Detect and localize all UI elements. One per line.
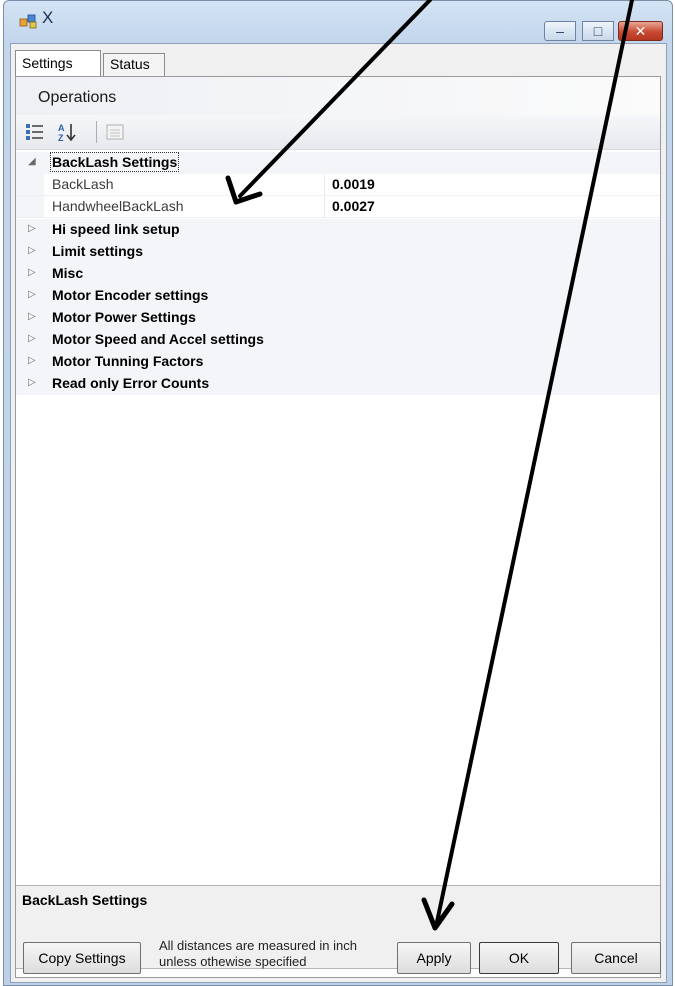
category-label: Read only Error Counts	[52, 375, 210, 391]
title-bar[interactable]: X – □ ✕	[4, 1, 672, 41]
expand-triangle-icon[interactable]: ▷	[28, 289, 40, 301]
minimize-button[interactable]: –	[544, 21, 576, 41]
app-icon	[19, 14, 37, 29]
expand-triangle-icon[interactable]: ▷	[28, 267, 40, 279]
settings-window: X – □ ✕ Settings Status Operations A Z ◢…	[3, 0, 673, 986]
category-label: Limit settings	[52, 243, 144, 259]
property-value[interactable]: 0.0027	[332, 198, 375, 214]
svg-text:A: A	[58, 123, 65, 133]
expand-triangle-icon[interactable]: ▷	[28, 377, 40, 389]
property-value[interactable]: 0.0019	[332, 176, 375, 192]
category-label: Motor Tunning Factors	[52, 353, 204, 369]
alphabetical-sort-icon[interactable]: A Z	[56, 121, 78, 143]
category-backlash-settings[interactable]: ◢ BackLash Settings	[16, 152, 660, 174]
category-hi-speed-link-setup[interactable]: ▷ Hi speed link setup	[16, 219, 660, 241]
collapse-triangle-icon[interactable]: ◢	[28, 156, 40, 168]
category-read-only-error-counts[interactable]: ▷ Read only Error Counts	[16, 373, 660, 395]
expand-triangle-icon[interactable]: ▷	[28, 311, 40, 323]
property-row-handwheel-backlash[interactable]: HandwheelBackLash 0.0027	[16, 196, 660, 218]
maximize-button[interactable]: □	[582, 21, 614, 41]
svg-text:Z: Z	[58, 133, 64, 143]
expand-triangle-icon[interactable]: ▷	[28, 223, 40, 235]
expand-triangle-icon[interactable]: ▷	[28, 333, 40, 345]
category-motor-speed-accel-settings[interactable]: ▷ Motor Speed and Accel settings	[16, 329, 660, 351]
close-icon: ✕	[634, 23, 647, 39]
cancel-button[interactable]: Cancel	[571, 942, 661, 974]
window-title: X	[42, 8, 54, 27]
property-grid-toolbar: A Z	[16, 115, 660, 150]
window-client-area: Settings Status Operations A Z ◢ BackLas…	[10, 43, 667, 983]
tab-status[interactable]: Status	[103, 53, 165, 77]
property-name: HandwheelBackLash	[52, 198, 184, 214]
category-label: BackLash Settings	[49, 152, 180, 172]
column-divider	[324, 174, 325, 195]
categorized-view-icon[interactable]	[24, 121, 46, 143]
description-title: BackLash Settings	[22, 892, 148, 908]
column-divider	[324, 196, 325, 217]
category-label: Misc	[52, 265, 84, 281]
property-name: BackLash	[52, 176, 114, 192]
category-motor-encoder-settings[interactable]: ▷ Motor Encoder settings	[16, 285, 660, 307]
panel-header: Operations	[16, 77, 660, 115]
minimize-icon: –	[556, 23, 564, 39]
apply-button[interactable]: Apply	[397, 942, 471, 974]
ok-button[interactable]: OK	[479, 942, 559, 974]
units-info-text: All distances are measured in inch unles…	[159, 938, 357, 969]
close-button[interactable]: ✕	[618, 21, 663, 41]
settings-tab-panel: Operations A Z ◢ BackLash Settings BackL…	[15, 76, 661, 978]
panel-header-title: Operations	[38, 89, 117, 106]
category-label: Motor Speed and Accel settings	[52, 331, 264, 347]
property-grid: ◢ BackLash Settings BackLash 0.0019 Hand…	[16, 150, 660, 876]
category-label: Hi speed link setup	[52, 221, 180, 237]
expand-triangle-icon[interactable]: ▷	[28, 245, 40, 257]
category-motor-tunning-factors[interactable]: ▷ Motor Tunning Factors	[16, 351, 660, 373]
bottom-button-bar: Copy Settings All distances are measured…	[11, 932, 666, 984]
category-label: Motor Power Settings	[52, 309, 196, 325]
category-label: Motor Encoder settings	[52, 287, 209, 303]
expand-triangle-icon[interactable]: ▷	[28, 355, 40, 367]
maximize-icon: □	[593, 23, 603, 39]
category-misc[interactable]: ▷ Misc	[16, 263, 660, 285]
property-row-backlash[interactable]: BackLash 0.0019	[16, 174, 660, 196]
property-pages-icon[interactable]	[104, 121, 126, 143]
row-indent	[16, 174, 44, 195]
category-motor-power-settings[interactable]: ▷ Motor Power Settings	[16, 307, 660, 329]
category-limit-settings[interactable]: ▷ Limit settings	[16, 241, 660, 263]
tab-settings[interactable]: Settings	[15, 50, 101, 77]
copy-settings-button[interactable]: Copy Settings	[23, 942, 141, 974]
row-indent	[16, 196, 44, 217]
toolbar-separator	[96, 121, 97, 143]
